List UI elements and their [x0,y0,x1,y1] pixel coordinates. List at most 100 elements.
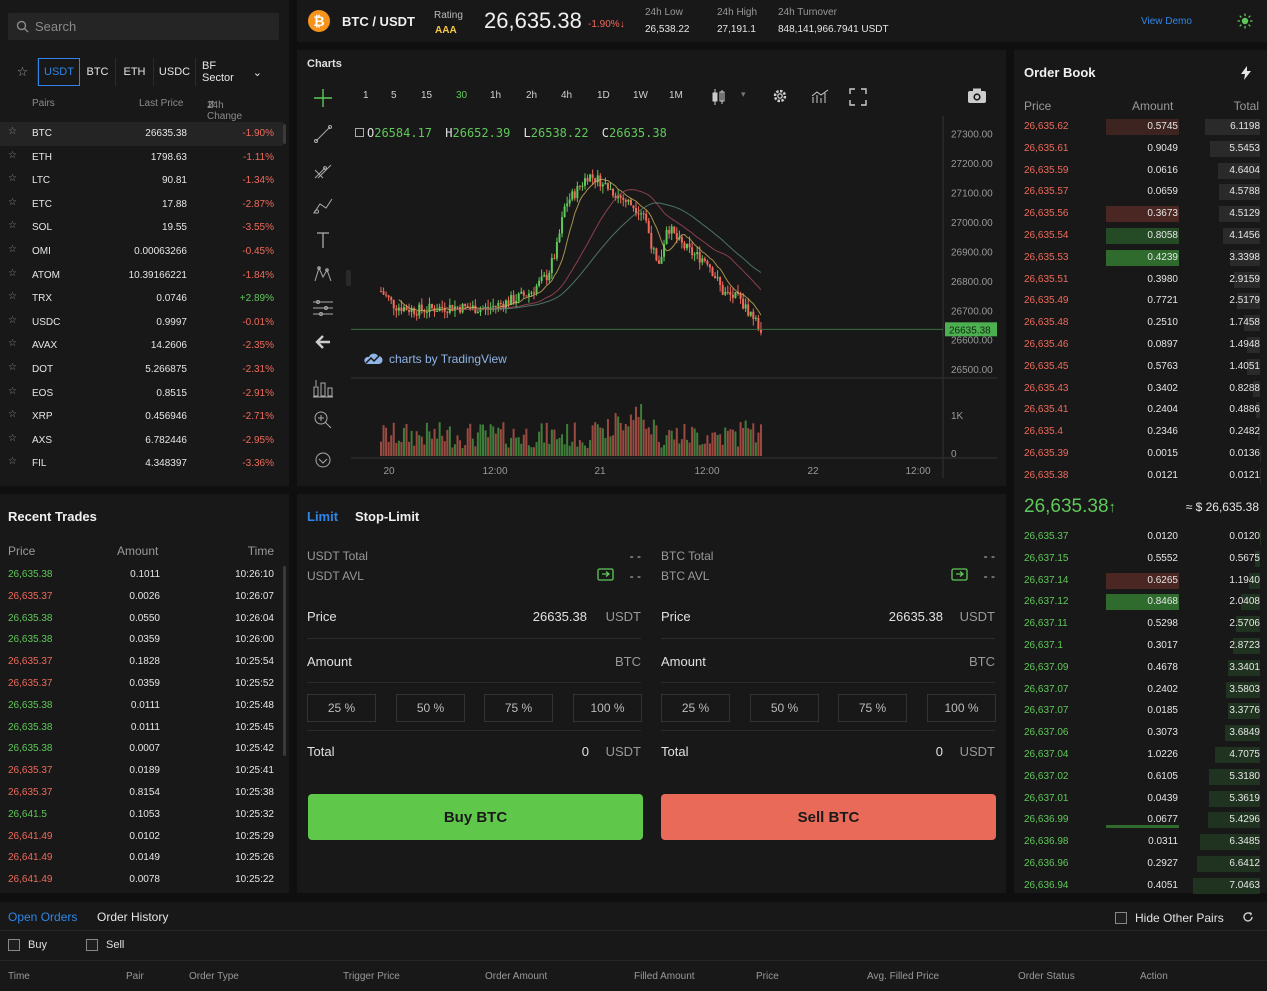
ask-row[interactable]: 26,635.46 0.0897 1.4948 [1024,334,1260,356]
tab-usdt[interactable]: USDT [38,58,80,86]
tf-4h[interactable]: 4h [561,90,572,101]
tf-1[interactable]: 1 [363,90,369,101]
star-icon[interactable]: ☆ [8,409,17,420]
ask-row[interactable]: 26,635.41 0.2404 0.4886 [1024,399,1260,421]
refresh-icon[interactable] [1242,911,1254,923]
ask-row[interactable]: 26,635.38 0.0121 0.0121 [1024,465,1260,487]
ask-row[interactable]: 26,635.54 0.8058 4.1456 [1024,225,1260,247]
pattern-tool[interactable] [305,262,341,286]
pair-row[interactable]: ☆ SOL 19.55 -3.55% [0,216,283,240]
fib-tool[interactable] [305,158,341,182]
crosshair-tool[interactable] [305,86,341,110]
tf-15[interactable]: 15 [421,90,432,101]
bid-row[interactable]: 26,637.07 0.0185 3.3776 [1024,700,1260,722]
ask-row[interactable]: 26,635.45 0.5763 1.4051 [1024,356,1260,378]
pair-row[interactable]: ☆ USDC 0.9997 -0.01% [0,311,283,335]
bid-row[interactable]: 26,637.09 0.4678 3.3401 [1024,657,1260,679]
buy-price-field[interactable]: Price 26635.38 USDT [307,599,641,631]
tf-1w[interactable]: 1W [633,90,648,101]
bid-row[interactable]: 26,636.96 0.2927 6.6412 [1024,853,1260,875]
star-icon[interactable]: ☆ [8,456,17,467]
favorites-tab[interactable]: ☆ [8,58,38,86]
buy-btc-button[interactable]: Buy BTC [308,794,643,840]
camera-icon[interactable] [967,87,987,105]
sell-pct-25-button[interactable]: 25 % [661,694,730,722]
star-icon[interactable]: ☆ [8,362,17,373]
tab-eth[interactable]: ETH [116,58,154,86]
bid-row[interactable]: 26,637.07 0.2402 3.5803 [1024,679,1260,701]
pair-row[interactable]: ☆ AXS 6.782446 -2.95% [0,429,283,453]
star-icon[interactable]: ☆ [8,126,17,137]
star-icon[interactable]: ☆ [8,244,17,255]
bid-row[interactable]: 26,637.06 0.3073 3.6849 [1024,722,1260,744]
pair-row[interactable]: ☆ ETH 1798.63 -1.11% [0,146,283,170]
pair-row[interactable]: ☆ XRP 0.456946 -2.71% [0,405,283,429]
hide-other-pairs-checkbox[interactable]: Hide Other Pairs [1115,911,1224,925]
tf-1m[interactable]: 1M [669,90,683,101]
tradingview-attribution[interactable]: charts by TradingView [363,352,507,366]
ask-row[interactable]: 26,635.56 0.3673 4.5129 [1024,203,1260,225]
theme-toggle-icon[interactable] [1237,13,1253,29]
indicators-icon[interactable] [811,88,829,104]
pair-row[interactable]: ☆ FIL 4.348397 -3.36% [0,452,283,476]
price-chart[interactable]: 27300.00 27200.00 27100.00 27000.00 26900.00… [351,116,997,478]
tab-limit[interactable]: Limit [307,509,338,524]
tab-stop-limit[interactable]: Stop-Limit [355,509,419,524]
buy-pct-100-button[interactable]: 100 % [573,694,642,722]
ask-row[interactable]: 26,635.4 0.2346 0.2482 [1024,421,1260,443]
pair-row[interactable]: ☆ ETC 17.88 -2.87% [0,193,283,217]
buy-pct-50-button[interactable]: 50 % [396,694,465,722]
sell-price-field[interactable]: Price 26635.38 USDT [661,599,995,631]
star-icon[interactable]: ☆ [8,150,17,161]
pair-row[interactable]: ☆ ATOM 10.39166221 -1.84% [0,264,283,288]
view-demo-link[interactable]: View Demo [1141,16,1192,27]
tf-1h[interactable]: 1h [490,90,501,101]
hide-toolbar-tool[interactable] [305,448,341,472]
ask-row[interactable]: 26,635.53 0.4239 3.3398 [1024,247,1260,269]
tab-bf-sector[interactable]: BF Sector ⌄ [196,58,268,86]
star-icon[interactable]: ☆ [8,268,17,279]
trendline-tool[interactable] [305,122,341,146]
star-icon[interactable]: ☆ [8,220,17,231]
bid-row[interactable]: 26,636.94 0.4051 7.0463 [1024,875,1260,897]
brush-tool[interactable] [305,194,341,218]
bid-row[interactable]: 26,637.02 0.6105 5.3180 [1024,766,1260,788]
chart-object-tool[interactable] [305,376,341,400]
tf-30[interactable]: 30 [456,90,467,101]
sell-btc-button[interactable]: Sell BTC [661,794,996,840]
search-input[interactable]: Search [8,13,279,40]
candle-type-icon[interactable] [711,88,727,106]
buy-amount-field[interactable]: Amount BTC [307,644,641,676]
bid-row[interactable]: 26,637.04 1.0226 4.7075 [1024,744,1260,766]
star-icon[interactable]: ☆ [8,197,17,208]
ask-row[interactable]: 26,635.39 0.0015 0.0136 [1024,443,1260,465]
ask-row[interactable]: 26,635.61 0.9049 5.5453 [1024,138,1260,160]
bid-row[interactable]: 26,637.01 0.0439 5.3619 [1024,788,1260,810]
bid-row[interactable]: 26,637.1 0.3017 2.8723 [1024,635,1260,657]
bid-row[interactable]: 26,637.14 0.6265 1.1940 [1024,570,1260,592]
transfer-icon[interactable] [951,568,969,585]
lightning-icon[interactable] [1240,66,1252,80]
sell-pct-100-button[interactable]: 100 % [927,694,996,722]
bid-row[interactable]: 26,637.11 0.5298 2.5706 [1024,613,1260,635]
star-icon[interactable]: ☆ [8,315,17,326]
bid-row[interactable]: 26,636.98 0.0311 6.3485 [1024,831,1260,853]
tf-5[interactable]: 5 [391,90,397,101]
pair-row[interactable]: ☆ TRX 0.0746 +2.89% [0,287,283,311]
star-icon[interactable]: ☆ [8,386,17,397]
pair-row[interactable]: ☆ OMI 0.00063266 -0.45% [0,240,283,264]
buy-pct-25-button[interactable]: 25 % [307,694,376,722]
ask-row[interactable]: 26,635.59 0.0616 4.6404 [1024,160,1260,182]
pair-row[interactable]: ☆ LTC 90.81 -1.34% [0,169,283,193]
buy-pct-75-button[interactable]: 75 % [484,694,553,722]
pair-row[interactable]: ☆ AVAX 14.2606 -2.35% [0,334,283,358]
pair-row[interactable]: ☆ BTC 26635.38 -1.90% [0,122,283,146]
measure-tool[interactable] [305,296,341,320]
ask-row[interactable]: 26,635.49 0.7721 2.5179 [1024,290,1260,312]
caret-down-icon[interactable]: ▾ [741,89,746,100]
star-icon[interactable]: ☆ [8,433,17,444]
ask-row[interactable]: 26,635.43 0.3402 0.8288 [1024,378,1260,400]
sell-pct-50-button[interactable]: 50 % [750,694,819,722]
bid-row[interactable]: 26,637.12 0.8468 2.0408 [1024,591,1260,613]
pair-list-scrollbar[interactable] [283,124,286,144]
